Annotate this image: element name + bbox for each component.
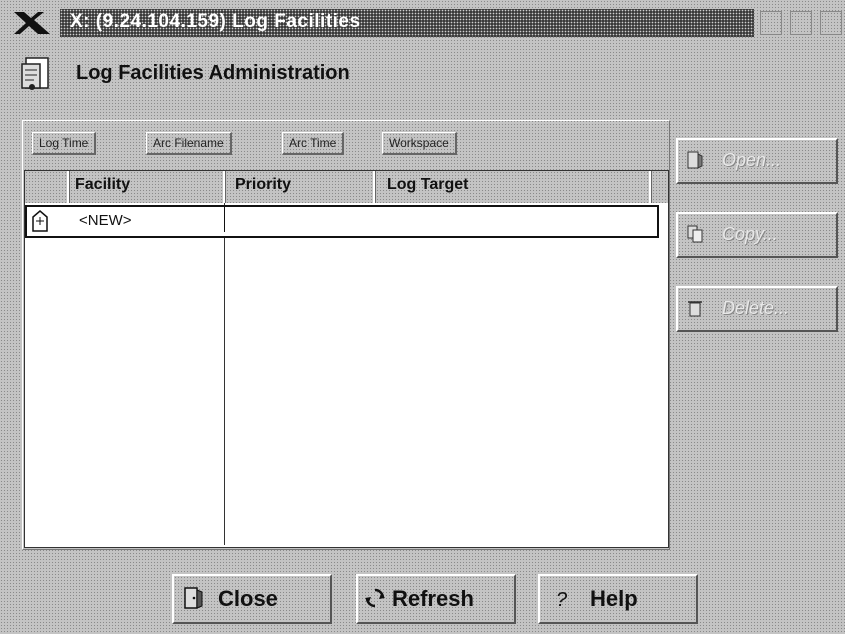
help-button[interactable]: ? Help: [538, 574, 698, 624]
tab-label: Arc Filename: [153, 136, 224, 150]
tab-label: Log Time: [39, 136, 89, 150]
column-divider: [373, 171, 376, 203]
svg-text:?: ?: [556, 589, 568, 610]
delete-button[interactable]: Delete...: [676, 286, 838, 332]
title-bar[interactable]: X: (9.24.104.159) Log Facilities: [8, 6, 845, 40]
facilities-table[interactable]: Facility Priority Log Target <NEW>: [24, 170, 669, 548]
column-header-facility[interactable]: Facility: [75, 176, 130, 194]
cell-divider: [224, 207, 225, 232]
page-title: Log Facilities Administration: [76, 62, 350, 84]
refresh-icon: [365, 588, 385, 608]
column-divider: [649, 171, 652, 203]
copy-label: Copy...: [722, 224, 778, 244]
column-header-log-target[interactable]: Log Target: [387, 176, 468, 194]
delete-icon: [688, 301, 702, 317]
window-title: X: (9.24.104.159) Log Facilities: [70, 11, 361, 32]
window-menu-button[interactable]: [820, 11, 842, 35]
tab-label: Workspace: [389, 136, 449, 150]
copy-icon: [687, 225, 703, 243]
table-header: Facility Priority Log Target: [25, 171, 668, 203]
close-button[interactable]: Close: [172, 574, 332, 624]
tab-arc-time[interactable]: Arc Time: [282, 132, 345, 155]
log-facilities-window: X: (9.24.104.159) Log Facilities Log Fac…: [0, 0, 845, 634]
column-divider: [67, 171, 70, 203]
help-label: Help: [590, 586, 638, 611]
column-divider: [223, 171, 226, 203]
maximize-button[interactable]: [790, 11, 812, 35]
facility-cell: <NEW>: [79, 212, 132, 229]
tab-label: Arc Time: [289, 136, 337, 150]
table-row[interactable]: <NEW>: [25, 205, 659, 238]
tab-workspace[interactable]: Workspace: [382, 132, 457, 155]
close-door-icon: [184, 587, 203, 609]
open-label: Open...: [722, 150, 782, 170]
open-icon: [687, 151, 703, 169]
open-button[interactable]: Open...: [676, 138, 838, 184]
x-logo-icon: [14, 12, 50, 34]
column-line: [224, 203, 225, 545]
delete-label: Delete...: [722, 298, 790, 318]
refresh-button[interactable]: Refresh: [356, 574, 516, 624]
close-label: Close: [218, 586, 278, 611]
refresh-label: Refresh: [392, 586, 474, 611]
column-header-priority[interactable]: Priority: [235, 176, 291, 194]
new-entry-icon: [32, 210, 48, 232]
tab-arc-filename[interactable]: Arc Filename: [146, 132, 232, 155]
copy-button[interactable]: Copy...: [676, 212, 838, 258]
log-document-icon: [21, 57, 49, 90]
help-icon: ?: [556, 589, 568, 610]
minimize-button[interactable]: [760, 11, 782, 35]
tab-log-time[interactable]: Log Time: [32, 132, 97, 155]
